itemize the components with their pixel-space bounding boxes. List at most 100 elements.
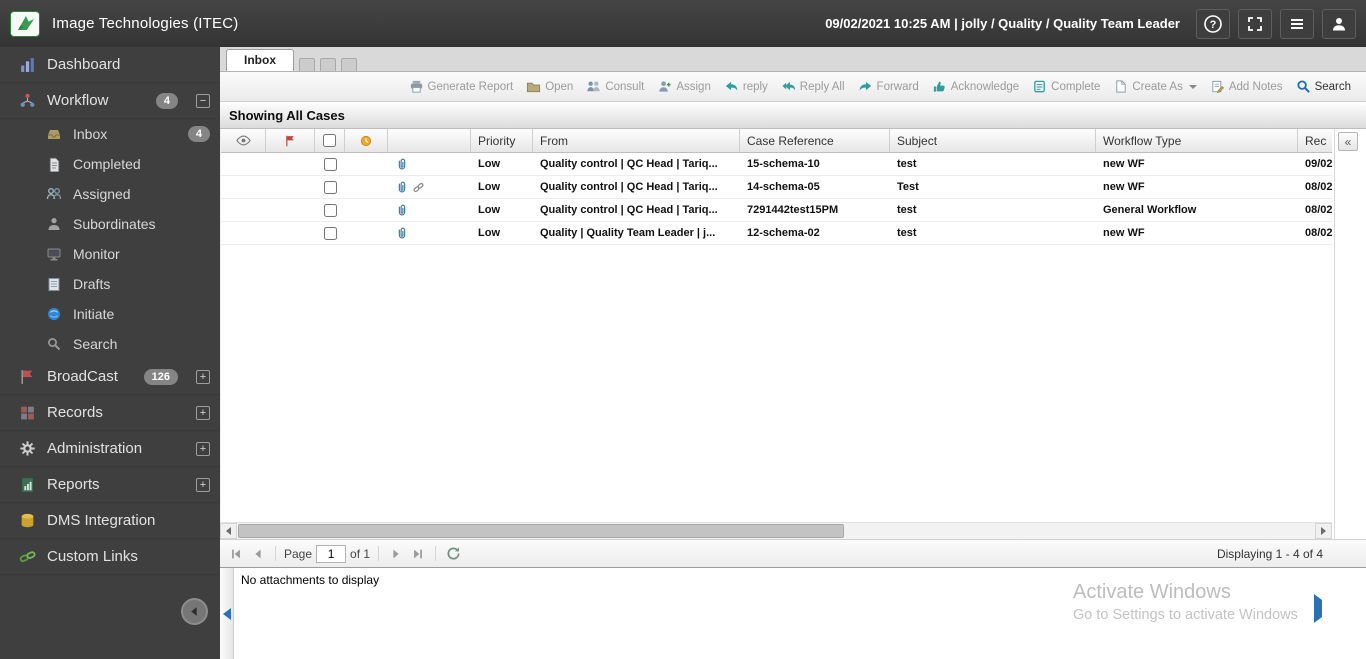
reply-button[interactable]: reply [719,76,773,97]
priority-column-header[interactable]: Priority [471,129,533,152]
assign-button[interactable]: Assign [652,76,716,97]
sidebar-item-initiate[interactable]: Initiate [0,299,220,329]
paperclip-icon [398,227,406,238]
sidebar-item-administration[interactable]: Administration + [0,431,220,467]
sidebar-item-reports[interactable]: Reports + [0,467,220,503]
sidebar-item-dashboard[interactable]: Dashboard [0,47,220,83]
sidebar-item-label: Drafts [73,276,111,292]
select-all-column-header[interactable] [315,129,345,152]
horizontal-scrollbar[interactable] [220,522,1332,539]
sidebar-item-custom-links[interactable]: Custom Links [0,539,220,575]
sidebar-item-assigned[interactable]: Assigned [0,179,220,209]
sidebar-item-label: Dashboard [47,56,121,73]
sidebar-item-broadcast[interactable]: BroadCast 126 + [0,359,220,395]
expand-attachments-right-button[interactable] [1314,594,1322,623]
tabstrip: Inbox [220,47,1366,72]
consult-button[interactable]: Consult [581,76,649,97]
sidebar-item-dms-integration[interactable]: DMS Integration [0,503,220,539]
add-notes-button[interactable]: Add Notes [1205,76,1288,97]
expand-administration-icon[interactable]: + [196,441,210,456]
search-button[interactable]: Search [1291,76,1356,97]
scroll-left-button[interactable] [220,523,237,539]
flag-column-header[interactable] [266,129,315,152]
from-column-header[interactable]: From [533,129,740,152]
sidebar-item-records[interactable]: Records + [0,395,220,431]
prev-page-button[interactable] [249,545,267,563]
tab-inbox[interactable]: Inbox [226,49,294,71]
sidebar-item-search[interactable]: Search [0,329,220,359]
row-checkbox[interactable] [323,203,337,217]
administration-icon [18,440,36,458]
refresh-button[interactable] [444,545,462,563]
expand-broadcast-icon[interactable]: + [196,369,210,384]
case-reference-column-header[interactable]: Case Reference [740,129,890,152]
acknowledge-button[interactable]: Acknowledge [927,76,1024,97]
read-status-column-header[interactable] [221,129,266,152]
complete-button[interactable]: Complete [1027,76,1105,97]
user-button[interactable] [1322,8,1356,39]
page-label: Page [284,546,313,561]
status-column-header[interactable] [345,129,388,152]
workflow-type-column-header[interactable]: Workflow Type [1096,129,1298,152]
table-row[interactable]: Low Quality control | QC Head | Tariq...… [221,176,1332,199]
help-button[interactable]: ? [1196,8,1230,39]
scrollbar-track[interactable] [237,523,1315,539]
select-all-checkbox[interactable] [323,134,336,147]
page-input[interactable] [316,544,347,563]
generate-report-button[interactable]: Generate Report [404,76,519,97]
clipboard-icon [1034,80,1045,93]
tab-stub[interactable] [320,58,336,71]
sidebar-item-drafts[interactable]: Drafts [0,269,220,299]
next-page-button[interactable] [387,545,405,563]
sidebar-item-label: Subordinates [73,216,156,232]
received-column-header[interactable]: Rec [1298,129,1332,152]
reply-all-button[interactable]: Reply All [776,76,850,97]
row-checkbox[interactable] [323,226,337,240]
pagination-bar: Page of 1 Displaying 1 - 4 of 4 [220,539,1366,567]
cases-grid: Priority From Case Reference Subject Wor… [220,129,1366,539]
last-page-button[interactable] [409,545,427,563]
expand-reports-icon[interactable]: + [196,477,210,492]
collapse-attachments-left-button[interactable] [220,568,234,659]
sidebar-item-completed[interactable]: Completed [0,149,220,179]
sidebar-item-workflow[interactable]: Workflow 4 − [0,83,220,119]
row-checkbox[interactable] [323,157,337,171]
subject-column-header[interactable]: Subject [890,129,1096,152]
attachments-column-header[interactable] [388,129,471,152]
tab-stub[interactable] [341,58,357,71]
broadcast-icon [18,368,36,386]
monitor-icon [46,246,62,262]
drafts-icon [46,276,62,292]
paperclip-icon [398,181,406,192]
row-checkbox[interactable] [323,180,337,194]
collapse-east-panel-button[interactable]: « [1338,132,1358,151]
forward-arrow-icon [859,81,871,91]
expand-records-icon[interactable]: + [196,405,210,420]
collapse-workflow-icon[interactable]: − [196,93,210,108]
inbox-count-badge: 4 [187,126,210,142]
sidebar-item-subordinates[interactable]: Subordinates [0,209,220,239]
app-title: Image Technologies (ITEC) [52,15,239,32]
cell-priority: Low [478,158,500,170]
cell-workflow-type: new WF [1103,227,1145,239]
reports-icon [18,476,36,494]
collapse-sidebar-button[interactable] [181,598,208,625]
scrollbar-thumb[interactable] [238,524,844,538]
menu-button[interactable] [1280,8,1314,39]
panel-title: Showing All Cases [220,102,1366,129]
table-row[interactable]: Low Quality control | QC Head | Tariq...… [221,199,1332,222]
scroll-right-button[interactable] [1315,523,1332,539]
create-as-button[interactable]: Create As [1108,76,1202,97]
tab-stub[interactable] [299,58,315,71]
sidebar-item-monitor[interactable]: Monitor [0,239,220,269]
people-icon [587,81,600,92]
sidebar-item-inbox[interactable]: Inbox 4 [0,119,220,149]
page-of-label: of 1 [350,546,371,561]
table-row[interactable]: Low Quality control | QC Head | Tariq...… [221,153,1332,176]
table-row[interactable]: Low Quality | Quality Team Leader | j...… [221,222,1332,245]
cell-received: 08/02/2 [1305,181,1332,193]
open-button[interactable]: Open [521,76,578,97]
fullscreen-button[interactable] [1238,8,1272,39]
forward-button[interactable]: Forward [853,76,924,97]
first-page-button[interactable] [227,545,245,563]
